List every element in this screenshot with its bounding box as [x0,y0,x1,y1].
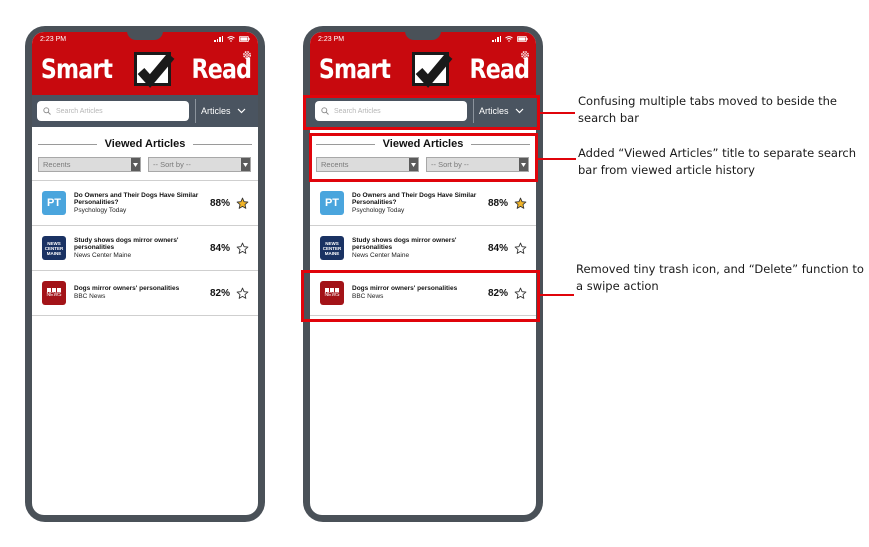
article-score: 88% [209,197,230,209]
annotation-connector [538,158,576,160]
search-strip: Search Articles Articles [32,95,258,127]
sort-by-select-value: -- Sort by -- [153,160,191,169]
phone-notch [127,32,163,40]
annotation-viewed-title: Added “Viewed Articles” title to separat… [578,146,857,177]
logo-word-right: Read [191,53,251,85]
viewed-articles-title: Viewed Articles [104,138,186,150]
logo-word-right: Read [469,53,529,85]
search-placeholder: Search Articles [56,107,103,115]
list-item[interactable]: NEWS CENTER MAINE Study shows dogs mirro… [310,226,536,271]
title-rule [38,143,97,145]
search-input[interactable]: Search Articles [37,101,189,121]
article-score: 88% [487,197,508,209]
psychology-today-logo: PT [320,191,344,215]
checkmark-logo-icon [131,50,175,88]
sort-by-select[interactable]: -- Sort by -- [148,157,251,172]
list-item[interactable]: PT Do Owners and Their Dogs Have Similar… [32,181,258,226]
recents-select[interactable]: Recents [38,157,141,172]
phone-notch [405,32,441,40]
article-list: PT Do Owners and Their Dogs Have Similar… [32,180,258,316]
battery-icon [239,36,250,42]
article-title: Do Owners and Their Dogs Have Similar Pe… [352,191,477,207]
chevron-down-icon [237,108,245,114]
annotation-delete: Removed tiny trash icon, and “Delete” fu… [576,262,864,293]
logo-word-left: Smart [40,53,112,85]
status-time: 2:23 PM [318,35,345,43]
article-title: Study shows dogs mirror owners' personal… [352,236,457,252]
viewed-articles-header: Viewed Articles [32,137,258,151]
bbc-news-logo: NEWS [42,281,66,305]
list-item[interactable]: PT Do Owners and Their Dogs Have Similar… [310,181,536,226]
article-title: Dogs mirror owners' personalities [74,285,180,293]
star-icon[interactable] [236,287,249,300]
psychology-today-logo: PT [42,191,66,215]
tabs-dropdown[interactable]: Articles [196,106,246,116]
dropdown-arrow-icon [131,158,140,171]
star-icon[interactable] [236,197,249,210]
signal-icon [492,36,501,42]
signal-icon [214,36,223,42]
app-logo: Smart Read [32,46,258,92]
app-header: 2:23 PM Smart Read [310,32,536,95]
status-time: 2:23 PM [40,35,67,43]
article-score: 82% [209,287,230,299]
article-source: News Center Maine [74,251,132,259]
article-source: BBC News [74,292,106,300]
wifi-icon [505,36,513,42]
annotation-connector [540,112,575,114]
star-icon[interactable] [514,197,527,210]
highlight-viewed-title-box [309,133,538,182]
title-rule [193,143,252,145]
article-title: Do Owners and Their Dogs Have Similar Pe… [74,191,199,207]
article-score: 84% [487,242,508,254]
app-header: 2:23 PM Smart Read [32,32,258,95]
search-icon [43,107,51,115]
recents-select-value: Recents [43,160,71,169]
list-item[interactable]: NEWS CENTER MAINE Study shows dogs mirro… [32,226,258,271]
star-icon[interactable] [514,242,527,255]
annotation-tabs: Confusing multiple tabs moved to beside … [578,94,837,125]
logo-word-left: Smart [318,53,390,85]
star-icon[interactable] [236,242,249,255]
tabs-dropdown-label: Articles [201,106,231,116]
list-item[interactable]: NEWS Dogs mirror owners' personalities B… [32,271,258,316]
article-source: Psychology Today [352,206,405,214]
phone-mockup-before: 2:23 PM Smart Read Search Articles Artic… [25,26,265,522]
highlight-delete-box [301,270,540,322]
app-logo: Smart Read [310,46,536,92]
filter-row: Recents -- Sort by -- [32,157,258,172]
article-score: 84% [209,242,230,254]
wifi-icon [227,36,235,42]
news-center-maine-logo: NEWS CENTER MAINE [42,236,66,260]
article-source: News Center Maine [352,251,410,259]
checkmark-logo-icon [409,50,453,88]
annotation-connector [540,294,574,296]
news-center-maine-logo: NEWS CENTER MAINE [320,236,344,260]
article-source: Psychology Today [74,206,127,214]
phone-screen: 2:23 PM Smart Read Search Articles Artic… [32,32,258,515]
dropdown-arrow-icon [241,158,250,171]
battery-icon [517,36,528,42]
highlight-tabs-box [303,95,540,130]
article-title: Study shows dogs mirror owners' personal… [74,236,179,252]
